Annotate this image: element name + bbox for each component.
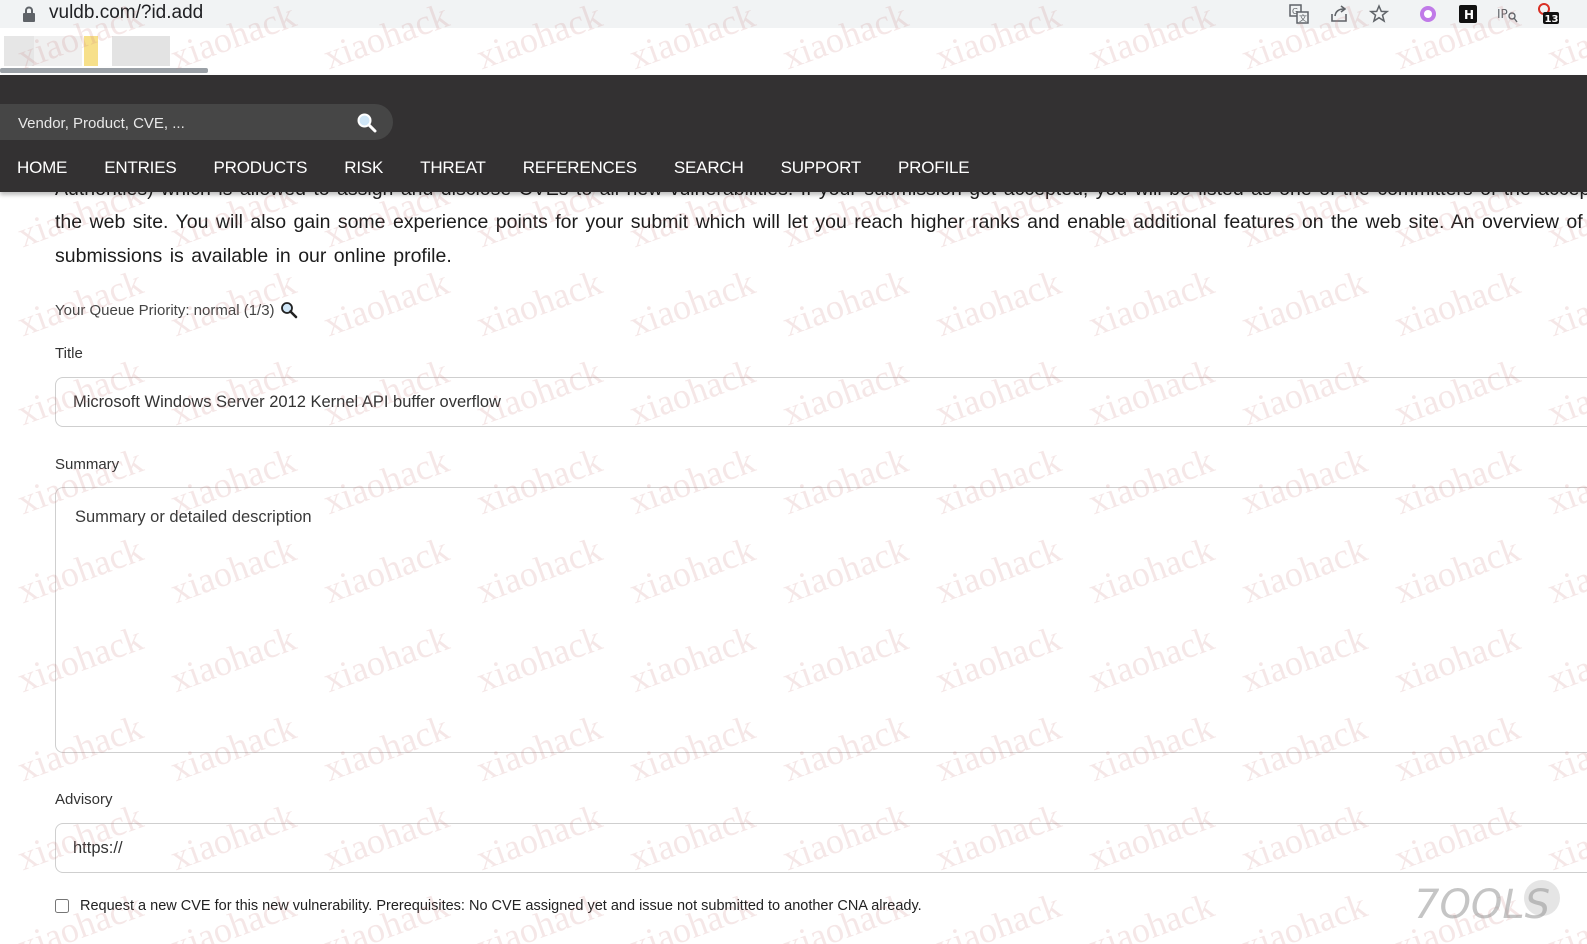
nav-entries[interactable]: ENTRIES: [104, 158, 176, 180]
ip-extension-icon[interactable]: IP: [1496, 3, 1518, 25]
watermark-text: xiaohack: [777, 261, 913, 345]
tools-watermark-logo: 7OOLS: [1414, 880, 1560, 926]
cve-request-row: Request a new CVE for this new vulnerabi…: [55, 898, 922, 914]
summary-label: Summary: [55, 456, 120, 473]
watermark-text: xiaohack: [624, 261, 760, 345]
watermark-text: xiaohack: [1236, 884, 1372, 944]
circle-extension-icon[interactable]: [1417, 3, 1439, 25]
nav-risk[interactable]: RISK: [344, 158, 383, 180]
share-icon[interactable]: [1328, 3, 1350, 25]
nav-products[interactable]: PRODUCTS: [213, 158, 307, 180]
cve-request-label: Request a new CVE for this new vulnerabi…: [80, 898, 922, 914]
watermark-text: xiaohack: [1083, 261, 1219, 345]
lock-icon: [23, 6, 35, 22]
translate-icon[interactable]: G文: [1288, 3, 1310, 25]
h-extension-icon[interactable]: H: [1457, 3, 1479, 25]
tab-strip: [0, 28, 1587, 76]
watermark-text: xiaohack: [318, 261, 454, 345]
intro-line-3: submissions is available in our online p…: [55, 245, 452, 267]
watermark-text: xiaohack: [165, 884, 301, 944]
queue-priority: Your Queue Priority: normal (1/3): [55, 301, 298, 319]
blurred-tab[interactable]: [34, 36, 82, 66]
watermark-text: xiaohack: [12, 884, 148, 944]
blurred-tab[interactable]: [112, 36, 170, 66]
badge-extension-icon[interactable]: 13: [1536, 3, 1560, 25]
nav-home[interactable]: HOME: [17, 158, 67, 180]
watermark-text: xiaohack: [777, 884, 913, 944]
main-nav: HOME ENTRIES PRODUCTS RISK THREAT REFERE…: [0, 158, 989, 180]
search-icon[interactable]: [280, 301, 298, 319]
nav-support[interactable]: SUPPORT: [781, 158, 862, 180]
star-icon[interactable]: [1368, 3, 1390, 25]
title-label: Title: [55, 345, 83, 362]
title-input[interactable]: [55, 377, 1587, 427]
watermark-text: xiaohack: [930, 261, 1066, 345]
watermark-text: xiaohack: [1389, 261, 1525, 345]
nav-references[interactable]: REFERENCES: [523, 158, 637, 180]
blurred-tab[interactable]: [4, 36, 34, 66]
watermark-text: xiaohack: [318, 884, 454, 944]
site-header: HOME ENTRIES PRODUCTS RISK THREAT REFERE…: [0, 75, 1587, 192]
watermark-text: xiaohack: [1542, 261, 1587, 345]
advisory-input[interactable]: [55, 823, 1587, 873]
search-box: [0, 104, 393, 142]
extension-badge-count: 13: [1545, 14, 1559, 25]
tab-scroll-indicator: [0, 68, 208, 73]
nav-profile[interactable]: PROFILE: [898, 158, 970, 180]
search-icon[interactable]: [356, 112, 378, 134]
summary-textarea[interactable]: [55, 487, 1587, 753]
watermark-text: xiaohack: [471, 261, 607, 345]
svg-text:7OOLS: 7OOLS: [1414, 882, 1550, 926]
intro-line-2: the web site. You will also gain some ex…: [55, 211, 1587, 233]
svg-text:H: H: [1464, 8, 1474, 22]
cve-request-checkbox[interactable]: [55, 899, 69, 913]
queue-priority-text: Your Queue Priority: normal (1/3): [55, 301, 275, 319]
nav-threat[interactable]: THREAT: [420, 158, 486, 180]
svg-text:IP: IP: [1497, 7, 1508, 21]
blurred-tab[interactable]: [84, 36, 98, 66]
watermark-text: xiaohack: [1083, 884, 1219, 944]
watermark-text: xiaohack: [1236, 261, 1372, 345]
svg-text:文: 文: [1299, 13, 1307, 23]
browser-address-bar: vuldb.com/?id.add G文 H IP 13: [0, 0, 1587, 28]
watermark-text: xiaohack: [624, 884, 760, 944]
search-input[interactable]: [16, 104, 340, 142]
advisory-label: Advisory: [55, 791, 113, 808]
nav-search[interactable]: SEARCH: [674, 158, 744, 180]
watermark-text: xiaohack: [471, 884, 607, 944]
url-text[interactable]: vuldb.com/?id.add: [49, 2, 203, 24]
watermark-text: xiaohack: [930, 884, 1066, 944]
